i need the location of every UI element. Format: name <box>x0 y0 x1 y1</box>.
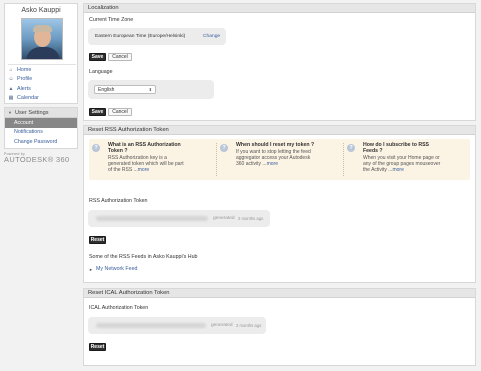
rss-panel: Reset RSS Authorization Token ? What is … <box>83 125 476 283</box>
nav-item-label: Alerts <box>17 85 31 92</box>
profile-icon: ☺ <box>8 76 14 83</box>
faq-more-link[interactable]: more <box>267 161 278 167</box>
nav-item-calendar[interactable]: ▦ Calendar <box>8 94 76 104</box>
avatar[interactable] <box>21 18 63 60</box>
question-icon: ? <box>347 144 355 152</box>
user-settings-header[interactable]: ▼ User Settings <box>5 108 77 118</box>
language-box: English ⬍ <box>88 80 214 99</box>
faq-what-is-token: ? What is an RSS Authorization Token ? RS… <box>89 139 214 180</box>
rss-token-box: generated 2 months ago <box>88 210 270 227</box>
calendar-icon: ▦ <box>8 95 14 102</box>
ical-token-value-obscured <box>96 323 206 328</box>
ical-panel: Reset ICAL Authorization Token ICAL Auth… <box>83 288 476 366</box>
rss-token-label: RSS Authorization Token <box>89 198 148 204</box>
settings-item-notifications[interactable]: Notifications <box>5 128 77 138</box>
localization-header: Localization <box>84 4 475 13</box>
change-timezone-link[interactable]: Change <box>203 34 220 39</box>
faq-more-link[interactable]: more <box>392 167 403 173</box>
rss-feeds-label: Some of the RSS Feeds in Asko Kauppi's H… <box>89 254 198 260</box>
save-language-button[interactable]: Save <box>89 108 106 116</box>
ical-generated-label: generated <box>211 322 233 328</box>
faq-title: What is an RSS Authorization Token ? <box>108 142 181 155</box>
language-label: Language <box>89 69 113 75</box>
ical-header: Reset ICAL Authorization Token <box>84 289 475 298</box>
reset-ical-button[interactable]: Reset <box>89 343 106 351</box>
faq-title: How do I subscribe to RSS Feeds ? <box>363 142 430 155</box>
save-timezone-button[interactable]: Save <box>89 53 106 61</box>
timezone-box: Eastern European Time (Europe/Helsinki) … <box>88 28 226 45</box>
faq-how-subscribe: ? How do I subscribe to RSS Feeds ? When … <box>344 139 469 180</box>
faq-when-reset: ? When should I reset my token ? If you … <box>217 139 342 180</box>
ical-token-box: generated 2 months ago <box>88 317 266 334</box>
ical-token-label: ICAL Authorization Token <box>89 305 149 311</box>
faq-title: When should I reset my token ? <box>236 142 315 148</box>
collapse-triangle-icon: ▼ <box>8 110 12 115</box>
nav-item-label: Profile <box>17 76 33 83</box>
rss-generated-time: 2 months ago <box>238 215 264 221</box>
nav-item-label: Calendar <box>17 95 39 102</box>
language-select[interactable]: English ⬍ <box>94 85 156 94</box>
question-icon: ? <box>92 144 100 152</box>
ical-generated-time: 2 months ago <box>236 322 262 328</box>
profile-card: Asko Kauppi ⌂ Home ☺ Profile ▲ Alerts ▦ … <box>4 3 78 104</box>
question-icon: ? <box>220 144 228 152</box>
cancel-timezone-button[interactable]: Cancel <box>108 53 132 61</box>
faq-body: If you want to stop letting the feed aggr… <box>236 149 311 168</box>
user-name: Asko Kauppi <box>21 7 61 14</box>
home-icon: ⌂ <box>9 66 13 73</box>
timezone-value: Eastern European Time (Europe/Helsinki) <box>95 34 186 39</box>
rss-token-value-obscured <box>96 216 208 221</box>
rss-header: Reset RSS Authorization Token <box>84 126 475 135</box>
faq-body: RSS Authorization key is a generated toke… <box>108 155 184 174</box>
settings-item-change-password[interactable]: Change Password <box>5 137 77 147</box>
nav-item-alerts[interactable]: ▲ Alerts <box>8 84 76 94</box>
nav-item-home[interactable]: ⌂ Home <box>8 65 76 75</box>
powered-by-logo: Powered by AUTODESK® 360 <box>4 152 80 164</box>
cancel-language-button[interactable]: Cancel <box>108 108 132 116</box>
brand-logo: AUTODESK® 360 <box>4 155 70 164</box>
alerts-icon: ▲ <box>8 85 14 92</box>
settings-item-account[interactable]: Account <box>5 118 77 128</box>
faq-body: When you visit your Home page or any of t… <box>363 155 441 174</box>
profile-nav: ⌂ Home ☺ Profile ▲ Alerts ▦ Calendar <box>8 64 76 103</box>
user-settings-title: User Settings <box>14 109 49 116</box>
localization-panel: Localization Current Time Zone Eastern E… <box>83 3 476 121</box>
faq-more-link[interactable]: more <box>138 167 149 173</box>
user-settings-card: ▼ User Settings Account Notifications Ch… <box>4 107 78 149</box>
bullet-arrow-icon: ► <box>89 266 93 272</box>
rss-generated-label: generated <box>213 215 235 221</box>
nav-item-profile[interactable]: ☺ Profile <box>8 75 76 85</box>
rss-faq-strip: ? What is an RSS Authorization Token ? RS… <box>89 139 470 180</box>
timezone-label: Current Time Zone <box>89 17 134 23</box>
chevron-down-icon: ⬍ <box>148 87 152 92</box>
language-select-value: English <box>98 86 115 93</box>
reset-rss-button[interactable]: Reset <box>89 236 106 244</box>
nav-item-label: Home <box>17 66 32 73</box>
rss-feed-item[interactable]: ► My Network Feed <box>89 266 137 272</box>
my-network-feed-link[interactable]: My Network Feed <box>96 266 138 272</box>
